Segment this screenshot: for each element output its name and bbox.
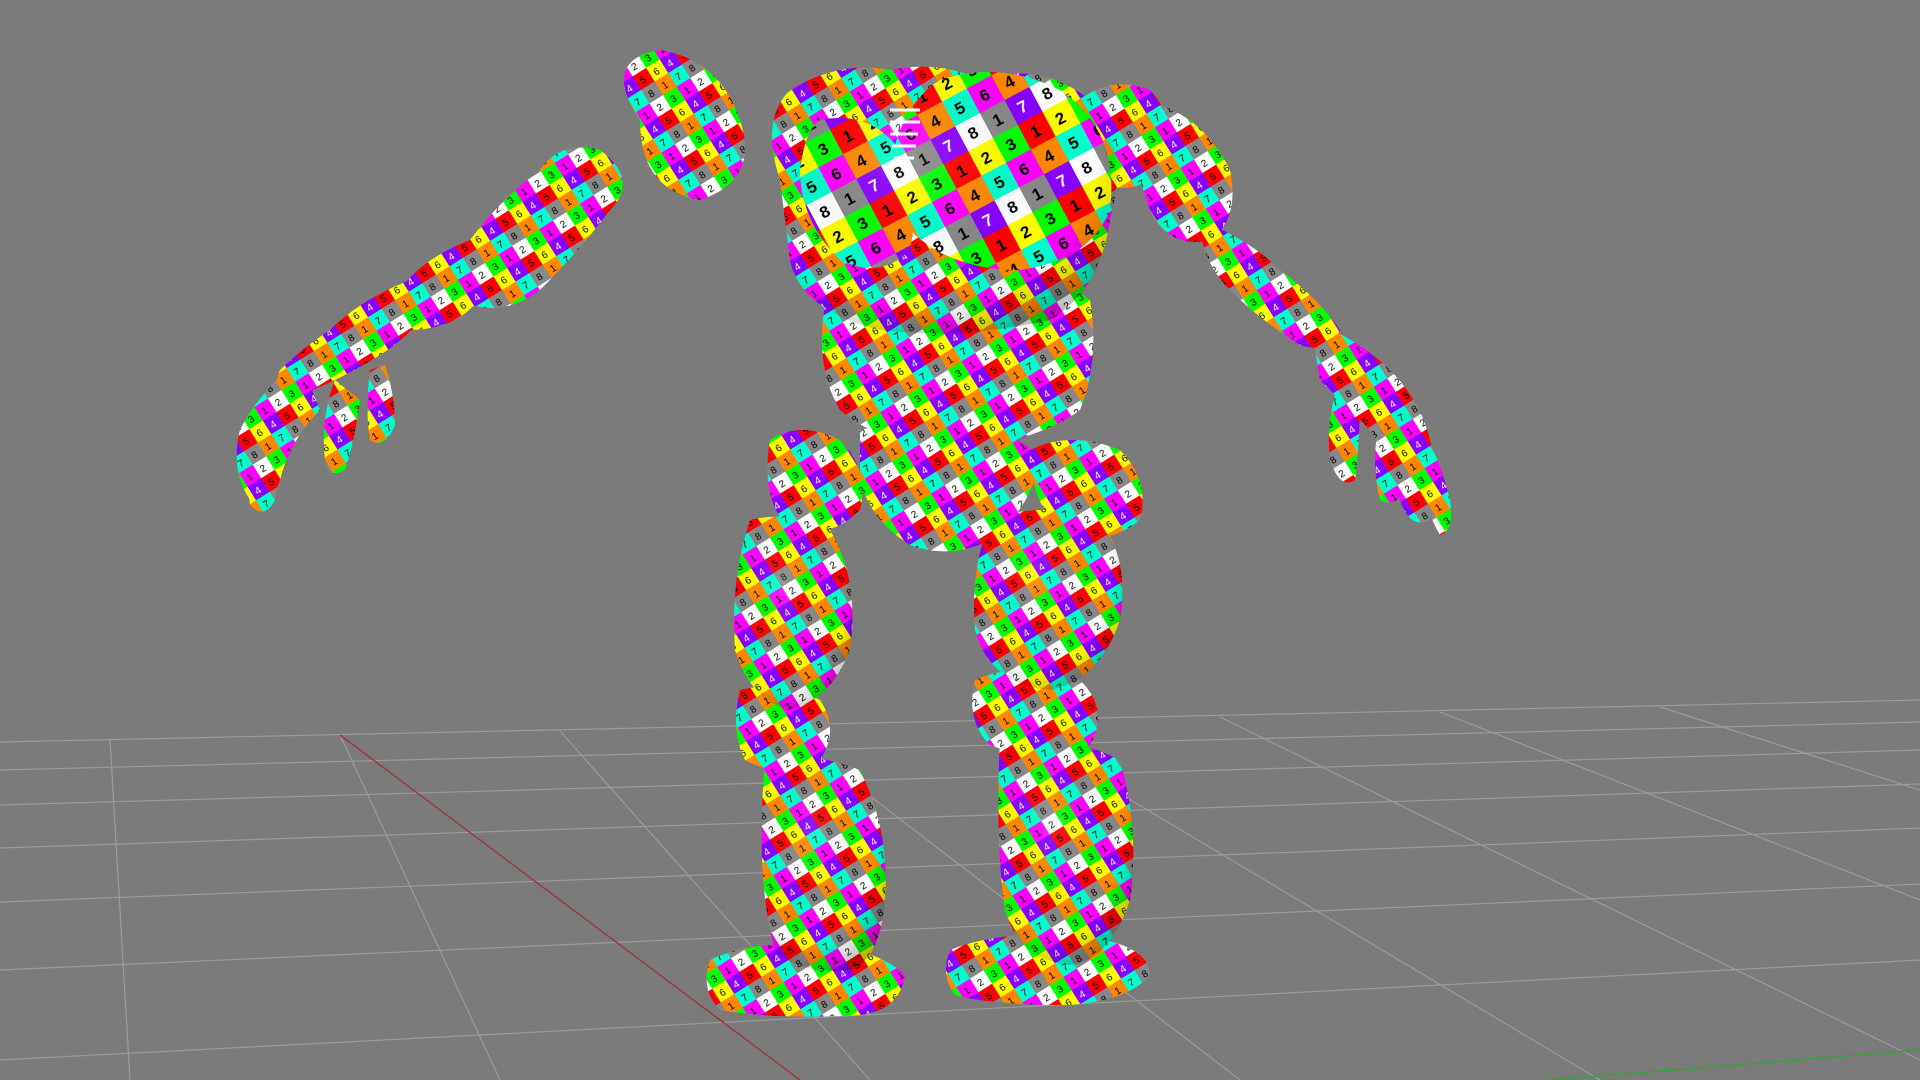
left-arm[interactable] — [236, 50, 745, 512]
x-axis-line — [339, 734, 801, 1080]
z-axis-line — [1549, 1049, 1920, 1080]
viewport-canvas[interactable]: 1 2 3 4 5 6 7 8 1 1 2 — [0, 0, 1920, 1080]
robot-model[interactable] — [236, 50, 1452, 1017]
ground-grid — [0, 699, 1920, 1080]
right-arm[interactable] — [1077, 84, 1452, 535]
3d-viewport[interactable]: 1 2 3 4 5 6 7 8 1 1 2 — [0, 0, 1920, 1080]
